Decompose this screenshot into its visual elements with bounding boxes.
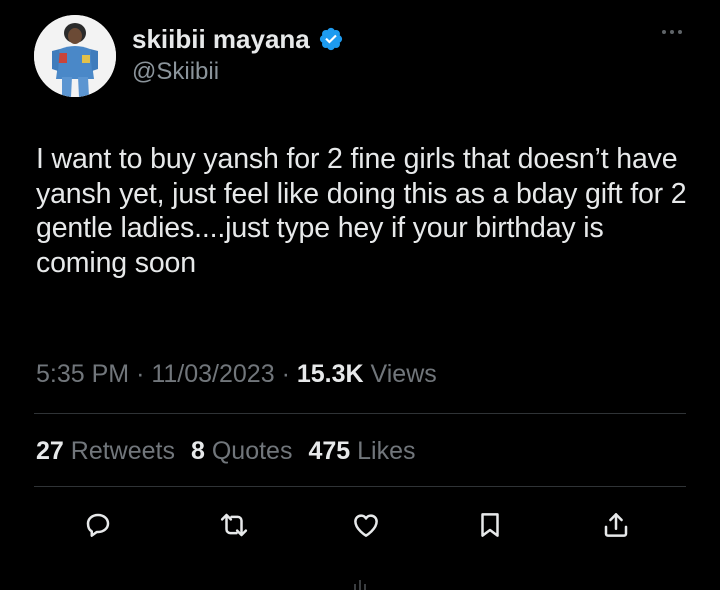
- likes-label: Likes: [357, 437, 416, 465]
- views-label: Views: [370, 360, 437, 388]
- quotes-label: Quotes: [211, 437, 293, 465]
- tweet-meta: 5:35 PM · 11/03/2023 · 15.3K Views: [36, 354, 437, 394]
- retweets-count: 27: [36, 437, 64, 465]
- tweet-date[interactable]: 11/03/2023: [151, 360, 274, 388]
- like-button[interactable]: [344, 503, 388, 547]
- display-name-text: skiibii mayana: [132, 24, 310, 54]
- share-icon: [604, 513, 628, 537]
- tweet-text: I want to buy yansh for 2 fine girls tha…: [36, 143, 687, 279]
- reply-thread-indicator: [354, 580, 366, 590]
- retweets-label: Retweets: [70, 437, 175, 465]
- reply-button[interactable]: [76, 503, 120, 547]
- likes-count: 475: [308, 437, 351, 465]
- meta-separator: ·: [136, 360, 145, 388]
- display-name[interactable]: skiibii mayana: [132, 23, 344, 55]
- more-options-icon[interactable]: [662, 30, 682, 34]
- divider: [34, 413, 686, 414]
- like-icon: [354, 514, 378, 537]
- avatar-icon: [34, 15, 116, 97]
- share-button[interactable]: [594, 503, 638, 547]
- divider: [34, 486, 686, 487]
- action-bar: [76, 503, 656, 547]
- quotes-stat[interactable]: 8 Quotes: [191, 431, 292, 471]
- tweet-time[interactable]: 5:35 PM: [36, 360, 129, 388]
- handle[interactable]: @Skiibii: [132, 57, 219, 87]
- retweet-icon: [220, 513, 248, 537]
- meta-separator: ·: [281, 360, 290, 388]
- bookmark-button[interactable]: [468, 503, 512, 547]
- verified-badge-icon: [319, 27, 342, 51]
- views-count: 15.3K: [296, 360, 364, 388]
- avatar[interactable]: [34, 15, 116, 97]
- retweet-button[interactable]: [212, 503, 256, 547]
- bookmark-icon: [481, 513, 499, 537]
- quotes-count: 8: [190, 437, 205, 465]
- reply-icon: [86, 513, 110, 537]
- likes-stat[interactable]: 475 Likes: [308, 431, 415, 471]
- retweets-stat[interactable]: 27 Retweets: [36, 431, 175, 471]
- engagement-stats: 27 Retweets 8 Quotes 475 Likes: [36, 431, 416, 471]
